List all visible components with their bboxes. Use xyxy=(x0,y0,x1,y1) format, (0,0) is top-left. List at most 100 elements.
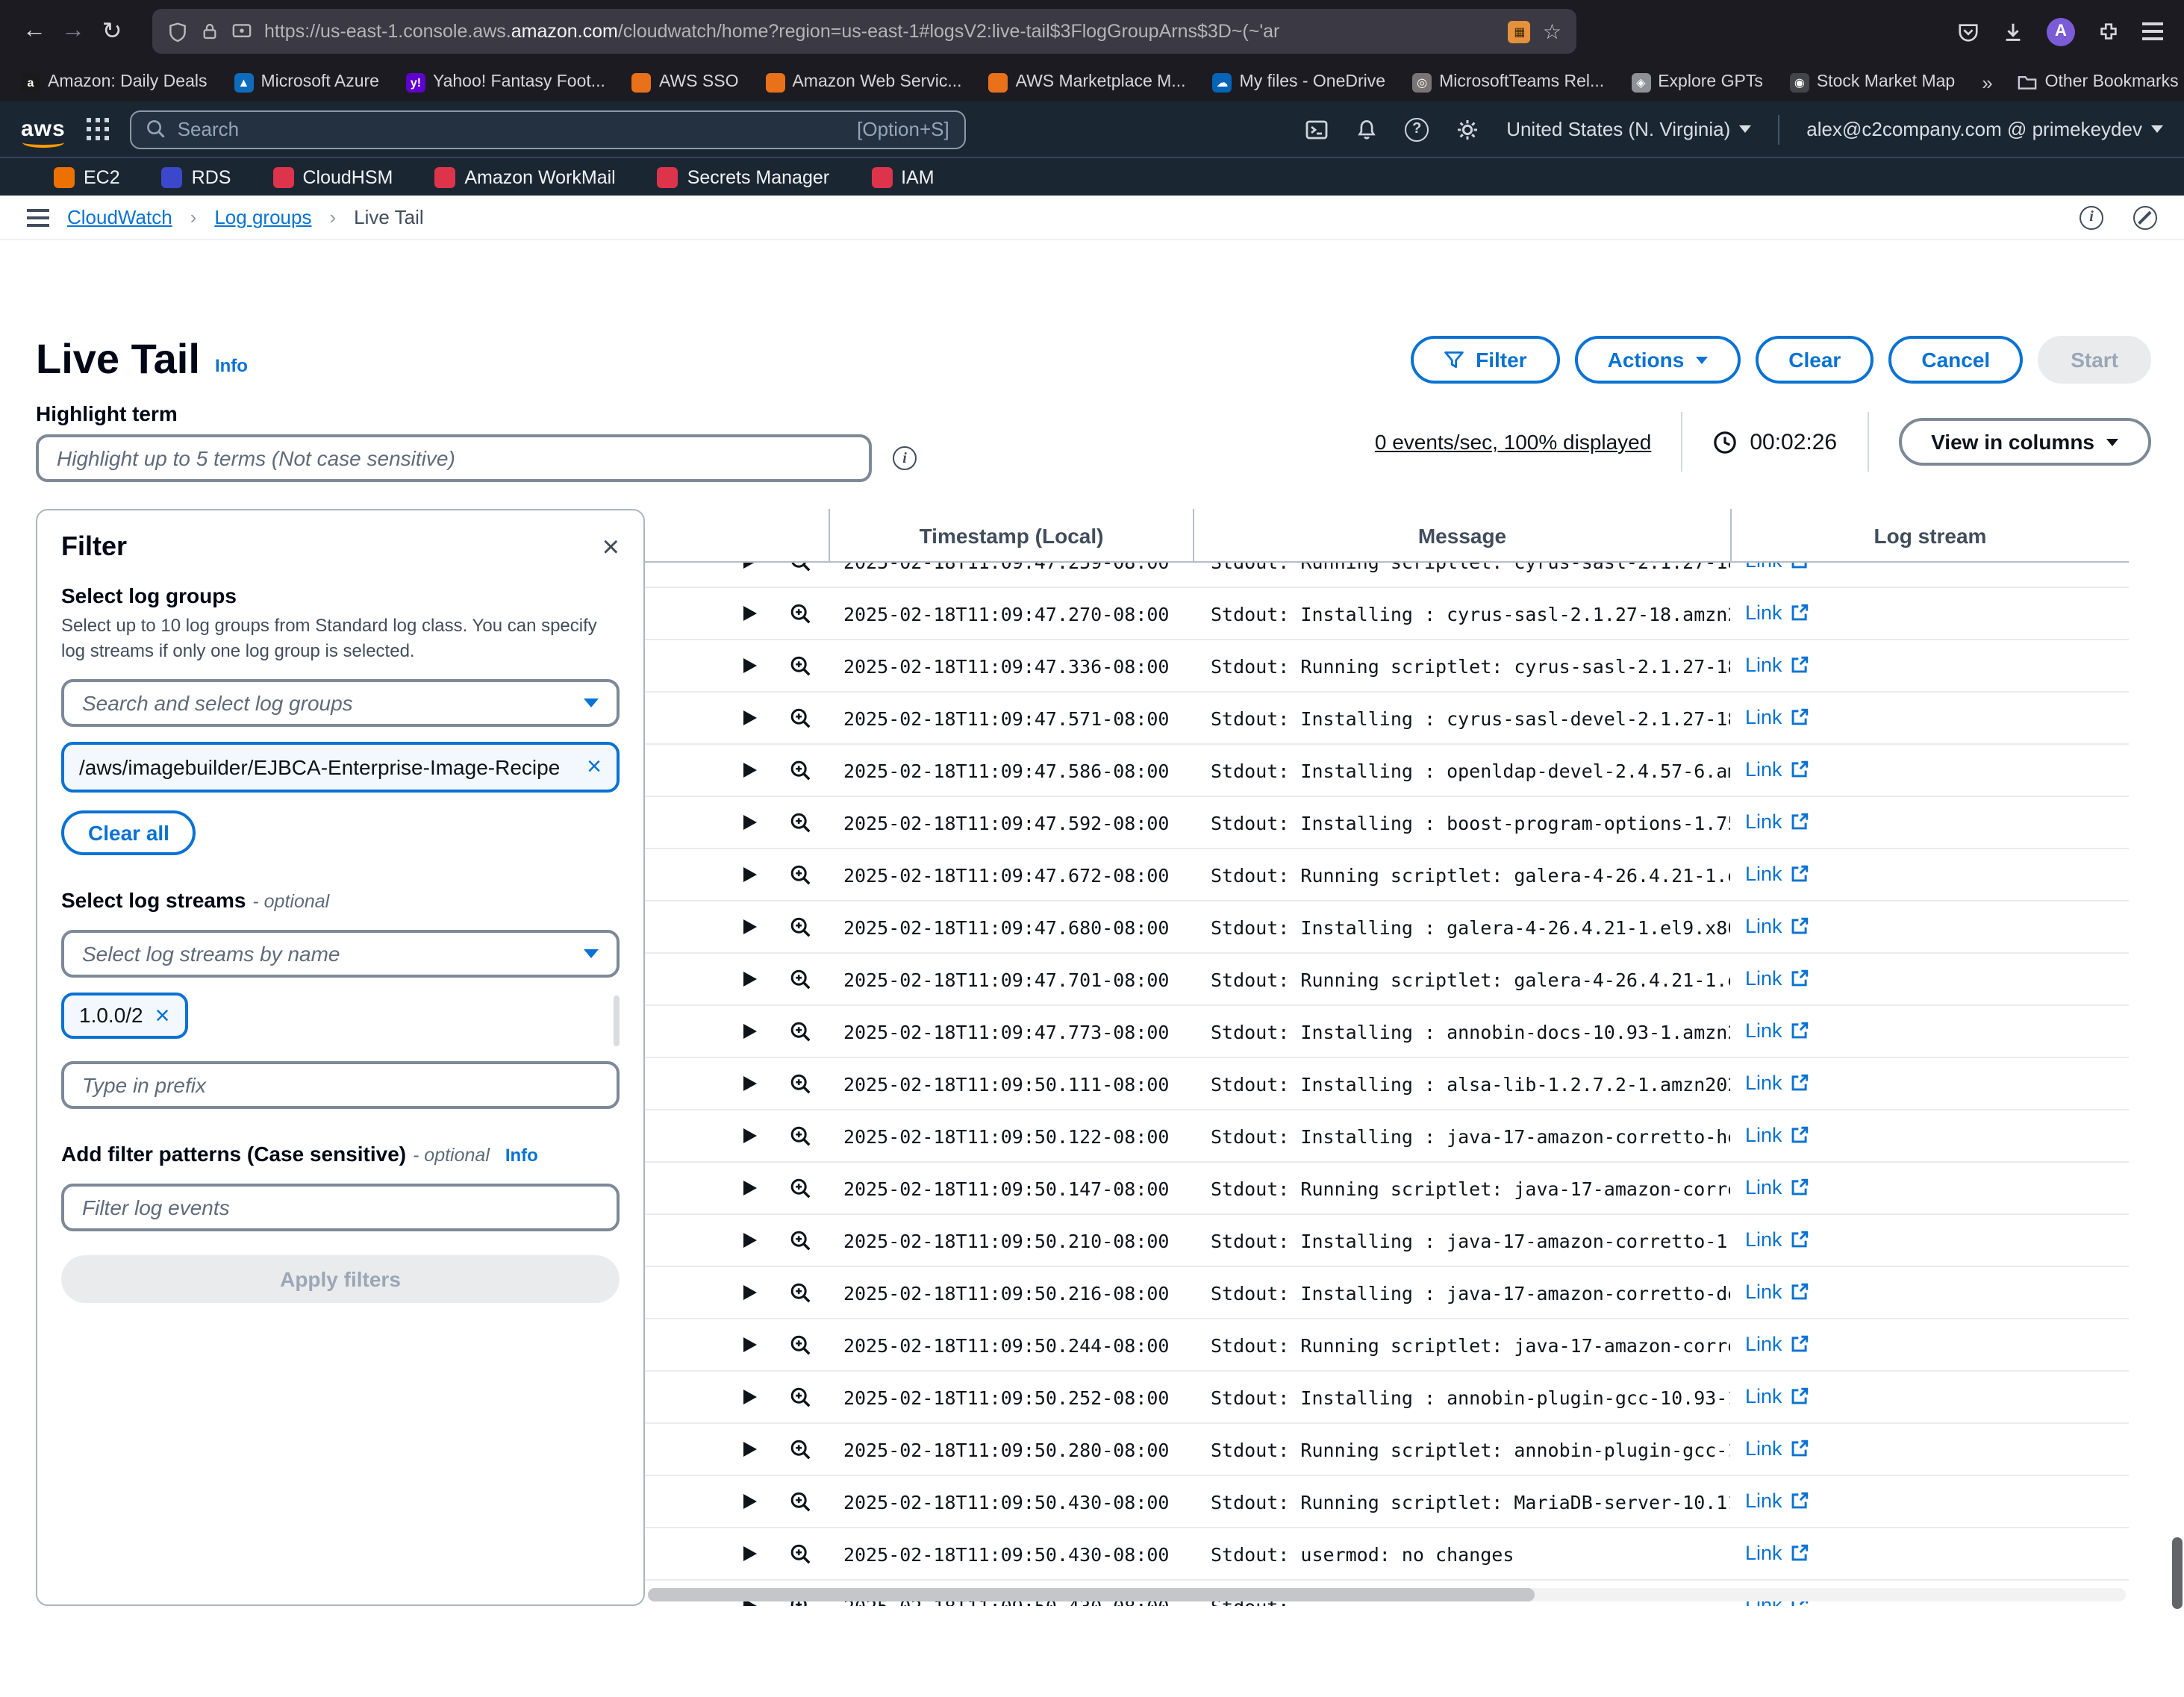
log-event-row[interactable]: 2025-02-18T11:09:47.586-08:00 Stdout: In… xyxy=(645,745,2129,797)
tracking-protection-shield-icon[interactable] xyxy=(167,20,188,43)
zoom-in-icon[interactable] xyxy=(790,968,812,990)
expand-event-icon[interactable] xyxy=(743,1546,757,1561)
aws-favorite-item[interactable]: IAM xyxy=(871,166,934,187)
pocket-icon[interactable] xyxy=(1957,20,1979,43)
remove-token-icon[interactable]: × xyxy=(587,753,602,778)
expand-event-icon[interactable] xyxy=(743,1128,757,1143)
expand-event-icon[interactable] xyxy=(743,763,757,778)
stream-prefix-input[interactable] xyxy=(61,1062,620,1110)
expand-event-icon[interactable] xyxy=(743,606,757,621)
expand-event-icon[interactable] xyxy=(743,1233,757,1248)
notifications-bell-icon[interactable] xyxy=(1355,117,1378,141)
expand-event-icon[interactable] xyxy=(743,867,757,882)
log-event-row[interactable]: 2025-02-18T11:09:47.270-08:00 Stdout: In… xyxy=(645,588,2129,640)
bookmarks-overflow-icon[interactable]: » xyxy=(1982,71,1992,93)
log-event-row[interactable]: 2025-02-18T11:09:50.111-08:00 Stdout: In… xyxy=(645,1058,2129,1110)
cancel-button[interactable]: Cancel xyxy=(1888,336,2023,384)
bookmark-item[interactable]: ◎ MicrosoftTeams Rel... xyxy=(1412,72,1604,92)
view-in-columns-button[interactable]: View in columns xyxy=(1898,418,2151,466)
help-icon[interactable]: ? xyxy=(1405,117,1429,141)
expand-event-icon[interactable] xyxy=(743,1442,757,1457)
remove-token-icon[interactable]: × xyxy=(155,1004,170,1029)
zoom-in-icon[interactable] xyxy=(790,916,812,938)
expand-event-icon[interactable] xyxy=(743,1181,757,1196)
zoom-in-icon[interactable] xyxy=(790,1490,812,1513)
expand-event-icon[interactable] xyxy=(743,1494,757,1509)
log-event-row[interactable]: 2025-02-18T11:09:50.252-08:00 Stdout: In… xyxy=(645,1372,2129,1424)
vertical-scrollbar[interactable] xyxy=(2172,1537,2183,1609)
aws-logo[interactable]: aws xyxy=(21,116,66,142)
expand-event-icon[interactable] xyxy=(743,1390,757,1404)
log-event-row[interactable]: 2025-02-18T11:09:50.280-08:00 Stdout: Ru… xyxy=(645,1424,2129,1476)
log-stream-link[interactable]: Link xyxy=(1745,1385,1809,1407)
apply-filters-button[interactable]: Apply filters xyxy=(61,1256,620,1304)
lock-icon[interactable] xyxy=(200,21,219,42)
actions-dropdown-button[interactable]: Actions xyxy=(1575,336,1741,384)
bookmark-item[interactable]: AWS Marketplace M... xyxy=(989,72,1186,92)
events-rate-text[interactable]: 0 events/sec, 100% displayed xyxy=(1375,430,1651,454)
zoom-in-icon[interactable] xyxy=(790,1281,812,1304)
log-event-row[interactable]: 2025-02-18T11:09:47.680-08:00 Stdout: In… xyxy=(645,901,2129,954)
log-stream-link[interactable]: Link xyxy=(1745,1281,1809,1303)
bookmark-item[interactable]: ◈ Explore GPTs xyxy=(1631,72,1763,92)
log-streams-select[interactable]: Select log streams by name xyxy=(61,931,620,978)
filter-events-input[interactable] xyxy=(61,1184,620,1232)
log-stream-link[interactable]: Link xyxy=(1745,563,1809,572)
zoom-in-icon[interactable] xyxy=(790,1125,812,1147)
bookmark-item[interactable]: Amazon Web Servic... xyxy=(765,72,961,92)
extensions-icon[interactable] xyxy=(2097,20,2120,43)
log-event-row[interactable]: 2025-02-18T11:09:47.571-08:00 Stdout: In… xyxy=(645,693,2129,745)
bookmark-item[interactable]: ◉ Stock Market Map xyxy=(1790,72,1955,92)
zoom-in-icon[interactable] xyxy=(790,1386,812,1408)
log-stream-link[interactable]: Link xyxy=(1745,1542,1809,1564)
site-permissions-icon[interactable] xyxy=(231,22,252,40)
bookmark-item[interactable]: ▲ Microsoft Azure xyxy=(234,72,379,92)
expand-event-icon[interactable] xyxy=(743,658,757,673)
zoom-in-icon[interactable] xyxy=(790,563,812,572)
bookmark-item[interactable]: AWS SSO xyxy=(632,72,739,92)
log-stream-link[interactable]: Link xyxy=(1745,967,1809,990)
log-stream-link[interactable]: Link xyxy=(1745,1490,1809,1512)
aws-favorite-item[interactable]: Amazon WorkMail xyxy=(434,166,615,187)
zoom-in-icon[interactable] xyxy=(790,707,812,729)
aws-favorite-item[interactable]: EC2 xyxy=(54,166,120,187)
expand-event-icon[interactable] xyxy=(743,563,757,569)
expand-event-icon[interactable] xyxy=(743,1024,757,1039)
cloudshell-icon[interactable] xyxy=(1305,117,1329,141)
services-grid-icon[interactable] xyxy=(87,118,109,140)
breadcrumb-cloudwatch[interactable]: CloudWatch xyxy=(67,206,172,228)
log-stream-link[interactable]: Link xyxy=(1745,1437,1809,1460)
log-stream-link[interactable]: Link xyxy=(1745,1124,1809,1146)
expand-event-icon[interactable] xyxy=(743,1337,757,1352)
url-bar[interactable]: https://us-east-1.console.aws.amazon.com… xyxy=(152,9,1576,54)
account-avatar[interactable]: A xyxy=(2047,17,2075,46)
log-event-row[interactable]: 2025-02-18T11:09:47.773-08:00 Stdout: In… xyxy=(645,1006,2129,1058)
patterns-info-link[interactable]: Info xyxy=(505,1146,538,1166)
aws-favorite-item[interactable]: CloudHSM xyxy=(272,166,393,187)
bookmark-star-icon[interactable]: ☆ xyxy=(1543,19,1561,44)
close-icon[interactable]: × xyxy=(602,532,620,562)
log-stream-link[interactable]: Link xyxy=(1745,1072,1809,1094)
zoom-in-icon[interactable] xyxy=(790,1177,812,1199)
clear-button[interactable]: Clear xyxy=(1756,336,1873,384)
reload-button[interactable]: ↻ xyxy=(93,16,131,46)
forward-button[interactable]: → xyxy=(54,18,93,45)
token-list-scrollbar[interactable] xyxy=(614,996,620,1047)
downloads-icon[interactable] xyxy=(2002,20,2024,43)
expand-event-icon[interactable] xyxy=(743,972,757,987)
zoom-in-icon[interactable] xyxy=(790,1072,812,1095)
zoom-in-icon[interactable] xyxy=(790,863,812,886)
zoom-in-icon[interactable] xyxy=(790,602,812,625)
expand-event-icon[interactable] xyxy=(743,1285,757,1300)
log-stream-link[interactable]: Link xyxy=(1745,654,1809,676)
log-event-row[interactable]: 2025-02-18T11:09:50.430-08:00 Stdout: us… xyxy=(645,1528,2129,1581)
log-stream-link[interactable]: Link xyxy=(1745,601,1809,624)
aws-favorite-item[interactable]: RDS xyxy=(162,166,231,187)
bookmark-item[interactable]: y! Yahoo! Fantasy Foot... xyxy=(406,72,605,92)
log-groups-select[interactable]: Search and select log groups xyxy=(61,678,620,726)
side-nav-toggle-icon[interactable] xyxy=(27,208,49,226)
other-bookmarks[interactable]: Other Bookmarks xyxy=(2017,73,2179,91)
bookmark-item[interactable]: a Amazon: Daily Deals xyxy=(21,72,207,92)
log-event-row[interactable]: 2025-02-18T11:09:47.336-08:00 Stdout: Ru… xyxy=(645,640,2129,693)
zoom-in-icon[interactable] xyxy=(790,759,812,781)
